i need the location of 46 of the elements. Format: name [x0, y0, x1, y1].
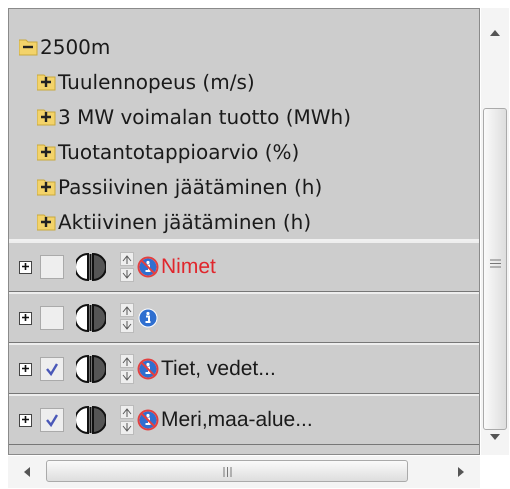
tree-item-label[interactable]: 3 MW voimalan tuotto (MWh) [58, 102, 352, 132]
contrast-icon[interactable] [76, 354, 106, 384]
layer-label: Tiet, vedet... [161, 356, 276, 382]
layer-checkbox[interactable] [40, 408, 64, 432]
tree-item-label[interactable]: Tuulennopeus (m/s) [58, 66, 255, 96]
grip-icon [490, 259, 501, 268]
folder-toggle-icon[interactable] [37, 177, 57, 196]
scroll-right-icon[interactable] [458, 467, 464, 477]
tree-item-label[interactable]: Aktiivinen jäätäminen (h) [58, 206, 312, 236]
move-up-down-icon[interactable] [120, 252, 134, 282]
check-icon [44, 412, 60, 428]
expand-icon[interactable] [19, 260, 32, 274]
grip-icon [223, 467, 232, 477]
tree-item-label[interactable]: 2500m [40, 32, 110, 62]
scroll-left-icon[interactable] [24, 467, 30, 477]
expand-icon[interactable] [19, 362, 32, 376]
expand-icon[interactable] [19, 414, 32, 426]
folder-toggle-icon[interactable] [37, 142, 57, 161]
folder-toggle-icon[interactable] [37, 212, 57, 231]
move-up-down-icon[interactable] [120, 405, 134, 435]
expand-icon[interactable] [19, 312, 32, 324]
check-icon [44, 361, 60, 377]
info-icon[interactable] [137, 358, 159, 380]
layer-label: Nimet [161, 254, 216, 280]
vertical-scrollbar[interactable] [481, 8, 509, 455]
info-icon[interactable] [137, 409, 159, 431]
layer-label: Meri,maa-alue... [161, 407, 313, 434]
folder-toggle-icon[interactable] [37, 72, 57, 91]
contrast-icon[interactable] [76, 303, 106, 333]
contrast-icon[interactable] [76, 252, 106, 282]
tree-item-label[interactable]: Passiivinen jäätäminen (h) [58, 172, 322, 202]
layer-checkbox[interactable] [40, 255, 64, 279]
scroll-down-icon[interactable] [490, 434, 500, 440]
scroll-thumb[interactable] [46, 460, 408, 482]
folder-toggle-icon[interactable] [37, 107, 57, 126]
scroll-up-icon[interactable] [490, 30, 500, 36]
tree-item-label[interactable]: Tuotantotappioarvio (%) [58, 136, 300, 166]
folder-toggle-icon[interactable] [19, 37, 39, 56]
layer-checkbox[interactable] [40, 357, 64, 381]
move-up-down-icon[interactable] [120, 354, 134, 384]
info-icon[interactable] [137, 256, 159, 278]
scroll-thumb[interactable] [483, 108, 507, 430]
contrast-icon[interactable] [76, 405, 106, 435]
layer-checkbox[interactable] [40, 306, 64, 330]
move-up-down-icon[interactable] [120, 303, 134, 333]
horizontal-scrollbar[interactable] [8, 456, 480, 488]
